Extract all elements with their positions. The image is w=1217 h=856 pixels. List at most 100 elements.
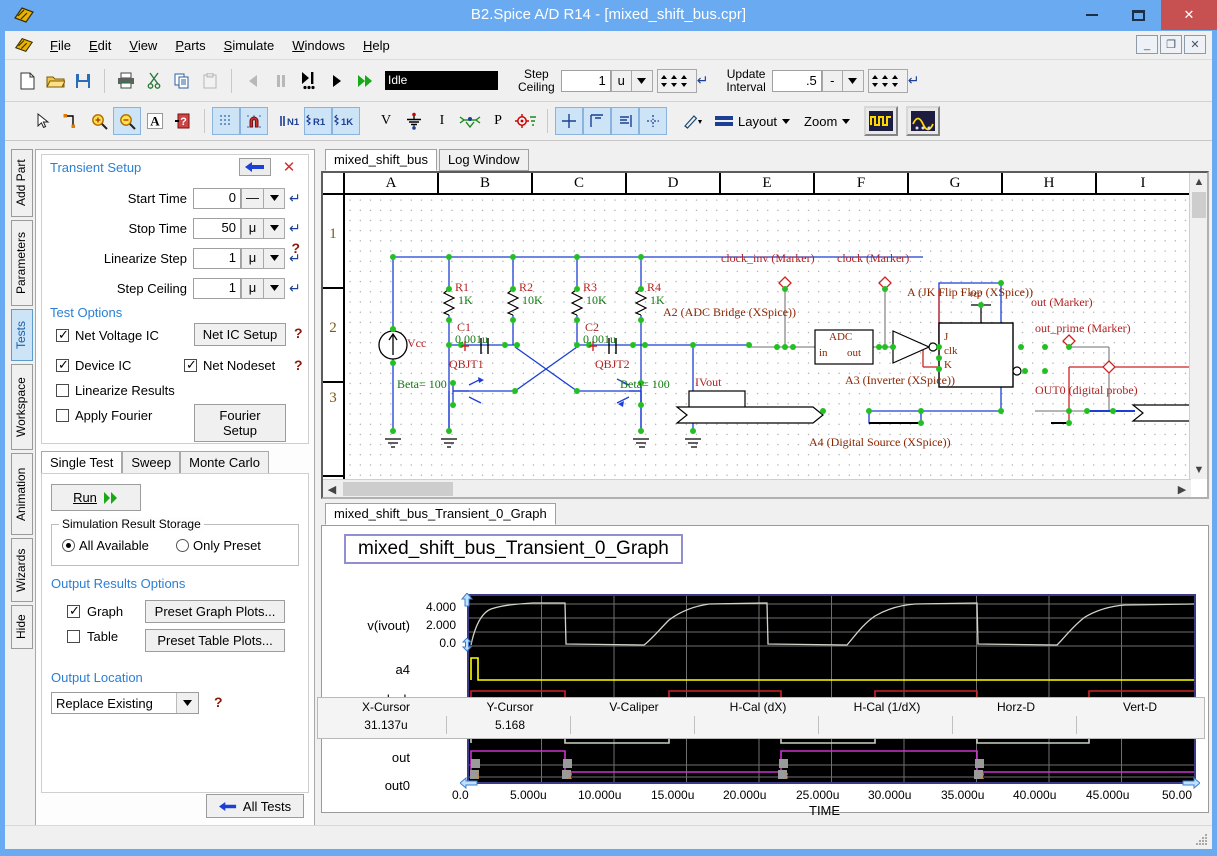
oscilloscope-icon[interactable] (906, 106, 941, 136)
sidebar-tab-hide[interactable]: Hide (11, 605, 33, 649)
schematic-scroll-right-button[interactable]: ▶ (1173, 480, 1191, 498)
window-minimize-button[interactable] (1069, 0, 1115, 30)
arrow-select-icon[interactable] (29, 107, 57, 135)
save-disk-icon[interactable] (69, 67, 97, 95)
menu-view[interactable]: View (120, 35, 166, 56)
zoom-menu-label[interactable]: Zoom (804, 114, 837, 129)
tab-mixed-shift-bus[interactable]: mixed_shift_bus (325, 149, 437, 171)
update-interval-apply-icon[interactable]: ↵ (908, 72, 920, 89)
crosshair-icon[interactable] (555, 107, 583, 135)
power-probe-label[interactable]: P (484, 107, 512, 135)
preset-table-plots-button[interactable]: Preset Table Plots... (145, 629, 285, 652)
transient-back-button[interactable] (239, 158, 271, 176)
align-dash-icon[interactable] (639, 107, 667, 135)
start-time-apply-icon[interactable]: ↵ (289, 190, 301, 207)
menu-edit[interactable]: Edit (80, 35, 120, 56)
current-probe-label[interactable]: I (428, 107, 456, 135)
new-document-icon[interactable] (13, 67, 41, 95)
layout-chevron-down-icon[interactable] (782, 118, 791, 124)
device-ic-checkbox[interactable] (56, 357, 69, 373)
sidebar-tab-add-part[interactable]: Add Part (11, 149, 33, 217)
all-available-radio[interactable] (62, 539, 75, 552)
align-list-icon[interactable] (611, 107, 639, 135)
pause-icon[interactable] (267, 67, 295, 95)
update-interval-spinner[interactable] (867, 68, 908, 93)
step-ceiling-field-apply-icon[interactable]: ↵ (289, 280, 301, 297)
window-close-button[interactable]: ✕ (1161, 0, 1217, 30)
menu-simulate[interactable]: Simulate (215, 35, 284, 56)
digital-waveform-icon[interactable] (864, 106, 899, 136)
net-voltage-ic-checkbox[interactable] (56, 327, 69, 343)
resistor-ref-icon[interactable]: R1 (304, 107, 332, 135)
table-checkbox[interactable] (67, 630, 80, 643)
stop-time-input[interactable]: 50 (193, 217, 241, 239)
fast-forward-icon[interactable] (351, 67, 379, 95)
update-interval-unit-dropdown[interactable] (841, 69, 864, 92)
menu-help[interactable]: Help (354, 35, 399, 56)
step-ceiling-apply-icon[interactable]: ↵ (697, 72, 709, 89)
sidebar-tab-workspace[interactable]: Workspace (11, 364, 33, 450)
step-ceiling-spinner[interactable] (656, 68, 697, 93)
net-name-icon[interactable]: N1 (276, 107, 304, 135)
grid-icon[interactable] (212, 107, 240, 135)
schematic-horizontal-scrollbar[interactable]: ◀ ▶ (323, 479, 1191, 497)
transient-help-icon[interactable]: ? (291, 240, 300, 256)
print-icon[interactable] (112, 67, 140, 95)
output-location-chevron-down-icon[interactable] (176, 693, 198, 713)
pen-icon[interactable] (679, 107, 707, 135)
sidebar-tab-animation[interactable]: Animation (11, 453, 33, 535)
node-probe-icon[interactable] (456, 107, 484, 135)
mdi-minimize-button[interactable]: _ (1136, 35, 1158, 54)
schematic-vscroll-thumb[interactable] (1192, 192, 1206, 218)
part-info-icon[interactable]: ? (169, 107, 197, 135)
sidebar-tab-wizards[interactable]: Wizards (11, 538, 33, 602)
graph-checkbox[interactable] (67, 603, 80, 619)
output-location-select[interactable]: Replace Existing (51, 692, 199, 714)
linearize-results-checkbox[interactable] (56, 384, 69, 397)
schematic-scroll-down-button[interactable]: ▼ (1190, 461, 1208, 479)
cut-scissors-icon[interactable] (140, 67, 168, 95)
align-top-icon[interactable] (583, 107, 611, 135)
stop-time-unit-dropdown[interactable] (263, 217, 285, 239)
schematic-drawing-area[interactable]: R1 1K R2 10K R3 10K R4 1K C1 0.001u C2 0… (345, 195, 1191, 479)
all-tests-button[interactable]: All Tests (206, 794, 304, 818)
text-icon[interactable]: A (141, 107, 169, 135)
zoom-out-icon[interactable] (113, 107, 141, 135)
net-ic-setup-button[interactable]: Net IC Setup (194, 323, 286, 346)
linearize-step-unit-dropdown[interactable] (263, 247, 285, 269)
tab-transient-graph[interactable]: mixed_shift_bus_Transient_0_Graph (325, 503, 556, 525)
tab-sweep[interactable]: Sweep (122, 451, 181, 473)
mdi-close-button[interactable]: ✕ (1184, 35, 1206, 54)
sidebar-tab-tests[interactable]: Tests (11, 309, 33, 361)
fourier-setup-button[interactable]: Fourier Setup (194, 404, 286, 442)
resistor-value-icon[interactable]: 1K (332, 107, 360, 135)
plot-mid-handle-icon[interactable] (460, 638, 474, 652)
play-icon[interactable] (323, 67, 351, 95)
sidebar-tab-parameters[interactable]: Parameters (11, 220, 33, 306)
zoom-chevron-down-icon[interactable] (842, 118, 851, 124)
step-forward-icon[interactable] (295, 67, 323, 95)
voltage-probe-label[interactable]: V (372, 107, 400, 135)
menu-file[interactable]: File (41, 35, 80, 56)
step-ceiling-field-dropdown[interactable] (263, 277, 285, 299)
schematic-scroll-up-button[interactable]: ▲ (1190, 173, 1208, 191)
snap-magnet-icon[interactable] (240, 107, 268, 135)
linearize-step-input[interactable]: 1 (193, 247, 241, 269)
transient-close-icon[interactable]: ✕ (278, 158, 300, 176)
plot-top-handle-icon[interactable] (460, 593, 474, 607)
graph-plot-area[interactable]: 3 2 3 2 (460, 593, 1200, 789)
open-folder-icon[interactable] (41, 67, 69, 95)
update-interval-input[interactable]: .5 (771, 69, 822, 92)
menu-parts[interactable]: Parts (166, 35, 214, 56)
net-nodeset-checkbox[interactable] (184, 357, 197, 373)
nodeset-help-icon[interactable]: ? (294, 357, 303, 373)
menu-windows[interactable]: Windows (283, 35, 354, 56)
layout-menu-label[interactable]: Layout (738, 114, 777, 129)
step-ceiling-field-input[interactable]: 1 (193, 277, 241, 299)
start-time-unit-dropdown[interactable] (263, 187, 285, 209)
net-ic-help-icon[interactable]: ? (294, 325, 303, 341)
resize-grip-icon[interactable] (1196, 834, 1208, 846)
preset-graph-plots-button[interactable]: Preset Graph Plots... (145, 600, 285, 623)
marker-icon[interactable] (512, 107, 540, 135)
schematic-vertical-scrollbar[interactable]: ▲ ▼ (1189, 173, 1207, 479)
